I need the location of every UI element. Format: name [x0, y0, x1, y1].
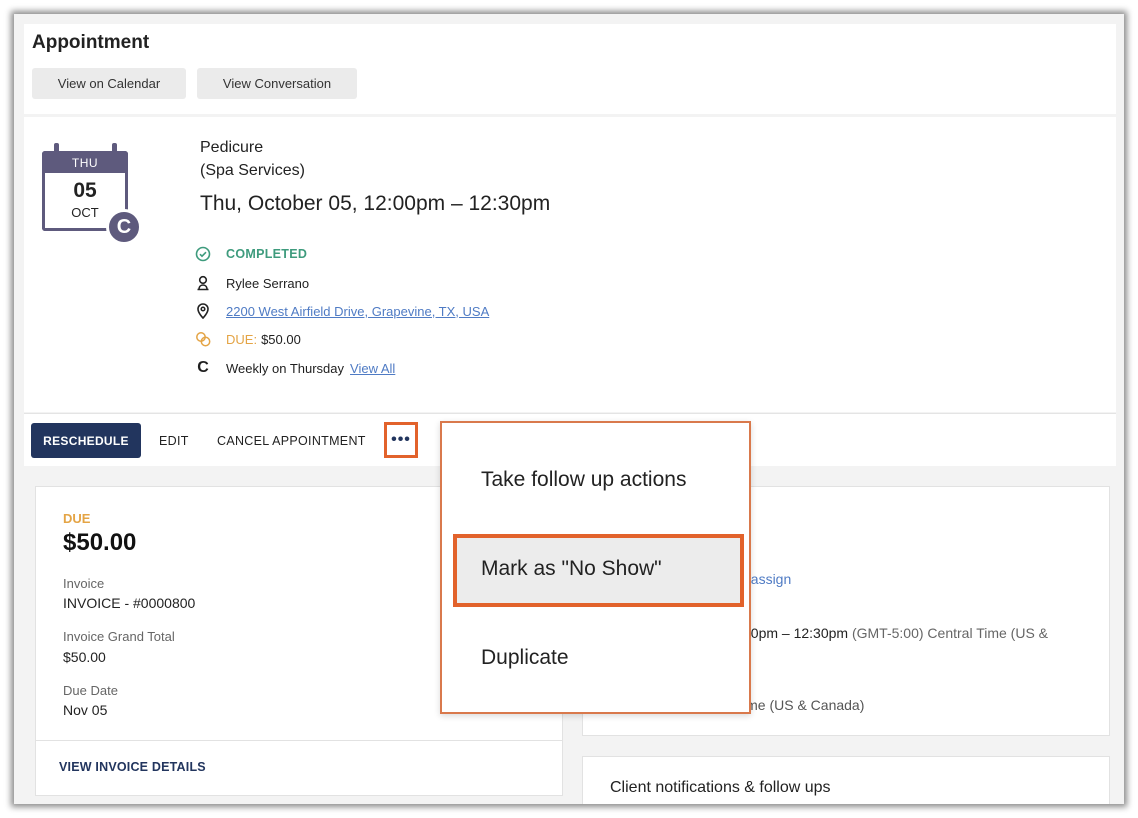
service-category: (Spa Services) [200, 162, 305, 179]
invoice-label: Invoice [63, 576, 105, 591]
page-title: Appointment [32, 32, 150, 53]
due-row: DUE: $50.00 [194, 329, 301, 349]
reschedule-button[interactable]: RESCHEDULE [31, 423, 141, 458]
appointment-summary: THU 05 OCT C Pedicure (Spa Services) Thu… [24, 117, 1116, 412]
due-label: DUE: [226, 331, 258, 347]
address-link[interactable]: 2200 West Airfield Drive, Grapevine, TX,… [226, 304, 489, 319]
invoice-footer: VIEW INVOICE DETAILS [36, 740, 562, 797]
edit-button[interactable]: EDIT [159, 434, 189, 448]
time-main: 00pm – 12:30pm [743, 625, 849, 641]
appointment-window: Appointment View on Calendar View Conver… [14, 14, 1124, 804]
client-row: Rylee Serrano [194, 273, 309, 293]
coins-icon [194, 330, 212, 348]
sync-icon: C [106, 209, 142, 245]
check-circle-icon [194, 245, 212, 263]
menu-item-take-follow-up-actions[interactable]: Take follow up actions [442, 467, 749, 493]
grand-total-label: Invoice Grand Total [63, 629, 175, 644]
status-row: COMPLETED [194, 244, 307, 264]
appointment-datetime: Thu, October 05, 12:00pm – 12:30pm [200, 192, 551, 215]
menu-item-duplicate[interactable]: Duplicate [442, 645, 749, 671]
person-icon [194, 274, 212, 292]
repeat-icon: C [197, 359, 209, 376]
view-all-link[interactable]: View All [350, 361, 395, 376]
more-options-button[interactable]: ••• [384, 422, 418, 458]
calendar-icon: THU 05 OCT C [42, 143, 142, 245]
time-timezone: (GMT-5:00) Central Time (US & [848, 625, 1049, 641]
invoice-due-tag: DUE [63, 511, 91, 526]
menu-item-mark-no-show[interactable]: Mark as "No Show" [442, 556, 749, 582]
more-options-menu: Take follow up actions Mark as "No Show"… [440, 421, 751, 714]
due-date-label: Due Date [63, 683, 118, 698]
timezone-row: ime (US & Canada) [743, 697, 865, 713]
calendar-day: THU [71, 156, 99, 170]
due-date-value: Nov 05 [63, 702, 108, 718]
cancel-appointment-button[interactable]: CANCEL APPOINTMENT [217, 434, 366, 448]
invoice-due-amount: $50.00 [63, 529, 137, 556]
view-conversation-button[interactable]: View Conversation [197, 68, 357, 99]
view-on-calendar-button[interactable]: View on Calendar [32, 68, 186, 99]
view-invoice-details-link[interactable]: VIEW INVOICE DETAILS [59, 760, 206, 774]
notifications-title: Client notifications & follow ups [610, 779, 831, 796]
header-panel: Appointment View on Calendar View Conver… [24, 24, 1116, 114]
notifications-card: Client notifications & follow ups [582, 756, 1110, 804]
service-name: Pedicure [200, 139, 264, 156]
status-badge: COMPLETED [226, 247, 308, 261]
invoice-number: INVOICE - #0000800 [63, 595, 196, 611]
client-name: Rylee Serrano [226, 275, 310, 291]
due-amount: $50.00 [261, 331, 301, 347]
more-icon: ••• [391, 431, 411, 448]
grand-total-value: $50.00 [63, 649, 106, 665]
appointment-time-row: 00pm – 12:30pm (GMT-5:00) Central Time (… [743, 625, 1048, 641]
recurrence-text: Weekly on Thursday [226, 360, 345, 376]
address-row: 2200 West Airfield Drive, Grapevine, TX,… [194, 301, 489, 321]
location-pin-icon [194, 302, 212, 320]
calendar-date: 05 [73, 179, 97, 202]
recurrence-row: C Weekly on Thursday View All [194, 358, 395, 378]
